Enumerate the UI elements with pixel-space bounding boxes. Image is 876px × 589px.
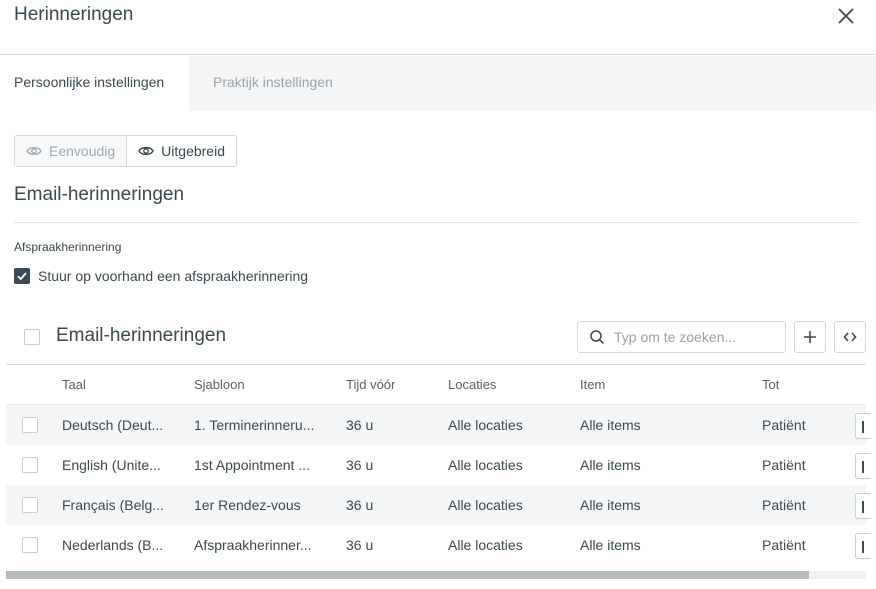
cell-item: Alle items [580, 417, 641, 433]
cell-locaties: Alle locaties [448, 497, 523, 513]
row-action-button[interactable] [855, 533, 871, 559]
eye-icon [138, 146, 154, 156]
row-action-button[interactable] [855, 493, 871, 519]
cell-locaties: Alle locaties [448, 457, 523, 473]
settings-tabs: Persoonlijke instellingen Praktijk inste… [0, 56, 876, 111]
search-icon [590, 330, 605, 345]
select-all-checkbox[interactable] [24, 329, 40, 345]
cell-locaties: Alle locaties [448, 417, 523, 433]
advanced-view-button[interactable]: Uitgebreid [127, 136, 236, 166]
divider [14, 222, 859, 223]
column-header-tot[interactable]: Tot [762, 365, 779, 405]
search-box[interactable] [577, 321, 786, 353]
cell-taal: Français (Belg... [62, 497, 164, 513]
cell-tijd-voor: 36 u [346, 497, 374, 513]
column-header-tijd-voor[interactable]: Tijd vóór [346, 365, 395, 405]
cell-item: Alle items [580, 457, 641, 473]
table-toolbar: Email-herinneringen [0, 320, 876, 364]
advanced-view-label: Uitgebreid [161, 143, 225, 159]
column-header-sjabloon[interactable]: Sjabloon [194, 365, 245, 405]
code-button[interactable] [834, 321, 866, 353]
table-header-row: Taal Sjabloon Tijd vóór Locaties Item To… [6, 365, 866, 405]
cell-sjabloon: 1er Rendez-vous [194, 497, 301, 513]
table-row[interactable]: English (Unite... 1st Appointment ... 36… [6, 445, 871, 485]
row-checkbox[interactable] [22, 457, 38, 473]
code-brackets-icon [843, 332, 857, 342]
row-checkbox[interactable] [22, 537, 38, 553]
cell-sjabloon: Afspraakherinner... [194, 537, 312, 553]
cell-tijd-voor: 36 u [346, 537, 374, 553]
cell-sjabloon: 1. Terminerinneru... [194, 417, 315, 433]
cell-taal: Nederlands (B... [62, 537, 164, 553]
cell-tijd-voor: 36 u [346, 457, 374, 473]
table-title: Email-herinneringen [56, 325, 227, 346]
cell-taal: English (Unite... [62, 457, 161, 473]
dialog-title: Herinneringen [14, 4, 134, 25]
row-checkbox[interactable] [22, 417, 38, 433]
cell-tot: Patiënt [762, 537, 806, 553]
add-button[interactable] [794, 321, 826, 353]
checkmark-icon [17, 272, 27, 281]
search-input[interactable] [614, 329, 774, 345]
column-header-locaties[interactable]: Locaties [448, 365, 496, 405]
cell-item: Alle items [580, 497, 641, 513]
cell-tot: Patiënt [762, 497, 806, 513]
reminder-checkbox-row[interactable]: Stuur op voorhand een afspraakherinnerin… [14, 268, 308, 284]
close-icon[interactable] [834, 4, 858, 28]
tab-praktijk-instellingen[interactable]: Praktijk instellingen [213, 56, 333, 111]
reminder-checkbox[interactable] [14, 268, 30, 284]
column-header-item[interactable]: Item [580, 365, 605, 405]
eye-icon [26, 146, 42, 156]
field-label: Afspraakherinnering [14, 240, 122, 254]
table-row[interactable]: Deutsch (Deut... 1. Terminerinneru... 36… [6, 405, 871, 445]
column-header-taal[interactable]: Taal [62, 365, 86, 405]
row-action-button[interactable] [855, 453, 871, 479]
reminder-checkbox-label: Stuur op voorhand een afspraakherinnerin… [38, 268, 309, 284]
table-row[interactable]: Nederlands (B... Afspraakherinner... 36 … [6, 525, 871, 565]
cell-tot: Patiënt [762, 417, 806, 433]
cell-taal: Deutsch (Deut... [62, 417, 164, 433]
dialog-header: Herinneringen [0, 0, 876, 55]
cell-locaties: Alle locaties [448, 537, 523, 553]
cell-item: Alle items [580, 537, 641, 553]
view-toggle: Eenvoudig Uitgebreid [14, 135, 237, 167]
cell-tot: Patiënt [762, 457, 806, 473]
scrollbar-thumb[interactable] [6, 571, 809, 579]
table-row[interactable]: Français (Belg... 1er Rendez-vous 36 u A… [6, 485, 871, 525]
tab-persoonlijke-instellingen[interactable]: Persoonlijke instellingen [0, 56, 189, 111]
plus-icon [804, 331, 816, 343]
cell-sjabloon: 1st Appointment ... [194, 457, 310, 473]
simple-view-label: Eenvoudig [49, 143, 116, 159]
row-checkbox[interactable] [22, 497, 38, 513]
row-action-button[interactable] [855, 413, 871, 439]
section-title: Email-herinneringen [14, 184, 185, 205]
reminders-table: Taal Sjabloon Tijd vóór Locaties Item To… [6, 364, 871, 565]
cell-tijd-voor: 36 u [346, 417, 374, 433]
simple-view-button[interactable]: Eenvoudig [15, 136, 128, 166]
horizontal-scrollbar[interactable] [6, 571, 866, 579]
